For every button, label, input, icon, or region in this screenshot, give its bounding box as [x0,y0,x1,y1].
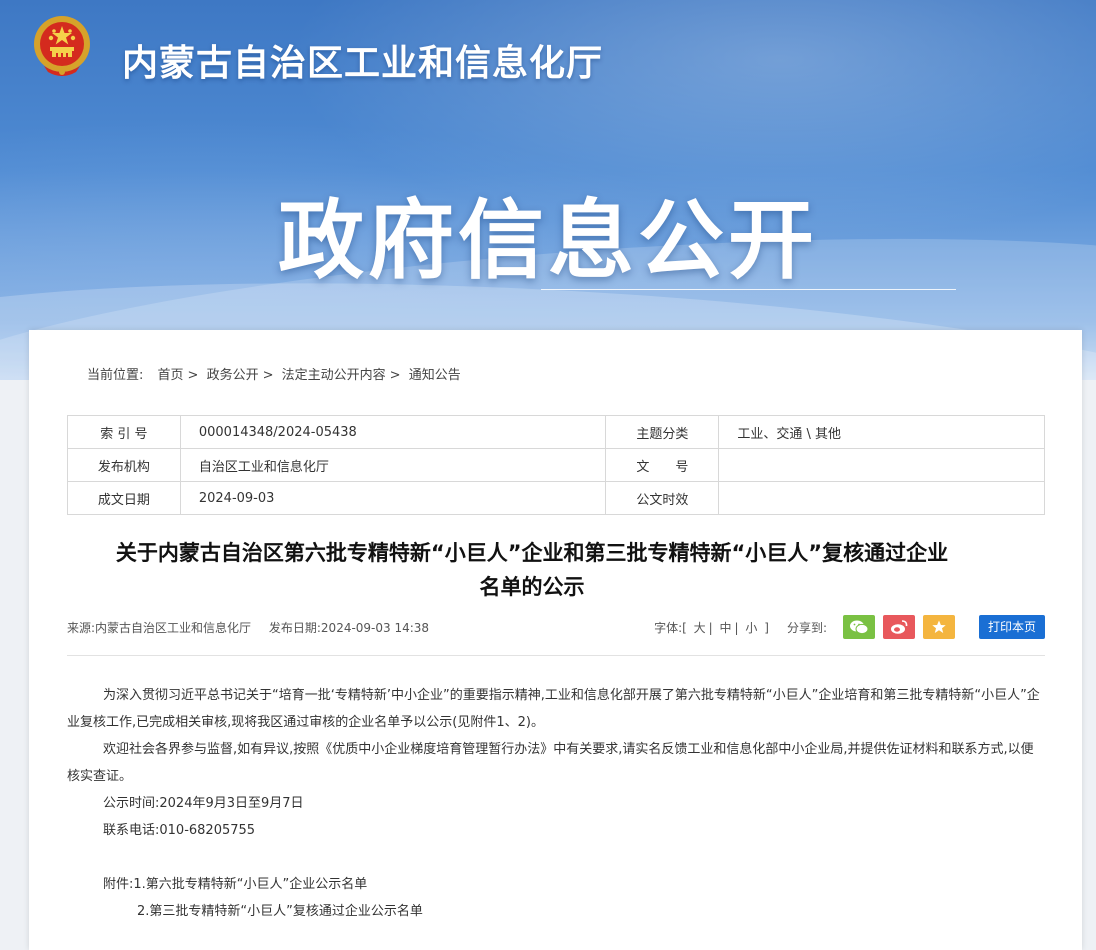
weibo-icon [890,620,908,634]
index-value: 000014348/2024-05438 [179,415,607,449]
share-weibo-button[interactable] [882,615,915,639]
table-row: 成文日期 2024-09-03 公文时效 [67,481,1045,515]
wechat-icon [849,620,869,635]
font-size-separator: | [734,620,739,635]
font-size-medium[interactable]: 中 [720,621,732,635]
attachment-link-1[interactable]: 附件:1.第六批专精特新“小巨人”企业公示名单 [67,871,1045,898]
font-size-switcher: [ 大 | 中 | 小 ] [682,619,769,636]
article-title: 关于内蒙古自治区第六批专精特新“小巨人”企业和第三批专精特新“小巨人”复核通过企… [67,536,997,604]
star-icon [932,620,946,633]
share-label: 分享到: [786,620,827,635]
announcement-period: 公示时间:2024年9月3日至9月7日 [103,796,304,811]
breadcrumb-label: 当前位置: [87,368,144,383]
article-title-line: 名单的公示 [479,575,585,599]
article-publish-date: 发布日期:2024-09-03 14:38 [268,621,430,635]
font-size-small[interactable]: 小 [745,621,757,635]
breadcrumb-home[interactable]: 首页 [158,368,184,383]
docno-value [718,448,1045,482]
article-tools: 字体: [ 大 | 中 | 小 ] 分享到: 打印本页 [654,612,1045,642]
national-emblem-icon[interactable] [30,14,94,80]
docno-label: 文 号 [605,448,720,482]
breadcrumb-gov-affairs[interactable]: 政务公开 [207,368,259,383]
contact-phone: 联系电话:010-68205755 [103,823,256,838]
share-wechat-button[interactable] [842,615,875,639]
metadata-table: 索 引 号 000014348/2024-05438 主题分类 工业、交通 \ … [67,415,1045,515]
print-button[interactable]: 打印本页 [978,615,1045,639]
font-size-bracket: ] [764,620,769,635]
favorite-button[interactable] [922,615,955,639]
article-title-line: 关于内蒙古自治区第六批专精特新“小巨人”企业和第三批专精特新“小巨人”复核通过企… [115,541,949,565]
article-body: 为深入贯彻习近平总书记关于“培育一批‘专精特新’中小企业”的重要指示精神,工业和… [67,682,1045,925]
article-source-line: 来源:内蒙古自治区工业和信息化厅 发布日期:2024-09-03 14:38 [67,619,433,636]
table-row: 发布机构 自治区工业和信息化厅 文 号 [67,448,1045,482]
paragraph: 为深入贯彻习近平总书记关于“培育一批‘专精特新’中小企业”的重要指示精神,工业和… [67,688,1040,730]
table-row: 索 引 号 000014348/2024-05438 主题分类 工业、交通 \ … [67,415,1045,449]
breadcrumb-separator: > [389,368,401,383]
issuer-value: 自治区工业和信息化厅 [179,448,607,482]
index-label: 索 引 号 [67,415,181,449]
breadcrumb-statutory-content[interactable]: 法定主动公开内容 [282,368,386,383]
breadcrumb-notices[interactable]: 通知公告 [409,368,461,383]
topic-value: 工业、交通 \ 其他 [718,415,1045,449]
issuer-label: 发布机构 [67,448,181,482]
banner-title: 政府信息公开 [278,191,818,291]
breadcrumb-separator: > [187,368,199,383]
paragraph: 欢迎社会各界参与监督,如有异议,按照《优质中小企业梯度培育管理暂行办法》中有关要… [67,742,1034,784]
validity-value [718,481,1045,515]
header-banner: 内蒙古自治区工业和信息化厅 政府信息公开 [0,0,1096,380]
banner-divider [541,289,956,290]
article-source: 来源:内蒙古自治区工业和信息化厅 [67,621,252,635]
validity-label: 公文时效 [605,481,720,515]
date-value: 2024-09-03 [179,481,607,515]
font-size-label: 字体: [654,620,683,635]
attachment-link-2[interactable]: 2.第三批专精特新“小巨人”复核通过企业公示名单 [67,898,1045,925]
article-info-bar: 来源:内蒙古自治区工业和信息化厅 发布日期:2024-09-03 14:38 字… [67,612,1045,642]
site-title[interactable]: 内蒙古自治区工业和信息化厅 [122,34,603,86]
font-size-large[interactable]: 大 [694,621,706,635]
divider [67,655,1045,656]
breadcrumb: 当前位置: 首页 > 政务公开 > 法定主动公开内容 > 通知公告 [87,364,461,383]
font-size-separator: | [708,620,713,635]
content-card: 当前位置: 首页 > 政务公开 > 法定主动公开内容 > 通知公告 索 引 号 000… [29,330,1082,950]
font-size-bracket: [ [682,620,687,635]
topic-label: 主题分类 [605,415,720,449]
date-label: 成文日期 [67,481,181,515]
breadcrumb-separator: > [262,368,274,383]
